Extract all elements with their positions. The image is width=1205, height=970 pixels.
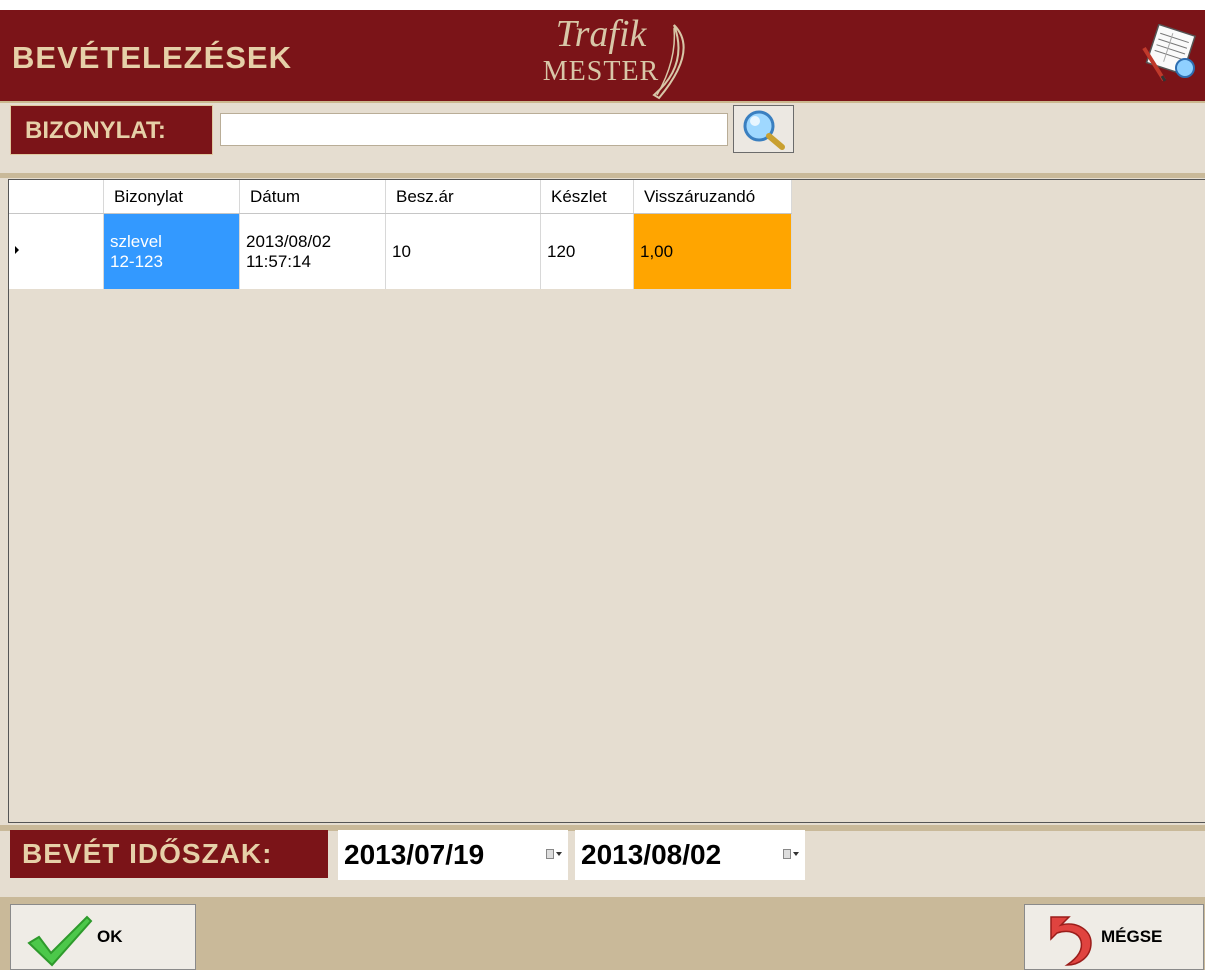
search-button[interactable] — [733, 105, 794, 153]
cell-visszaruzando[interactable]: 1,00 — [634, 214, 792, 289]
date-from-value: 2013/07/19 — [344, 839, 485, 870]
column-header-beszar[interactable]: Besz.ár — [386, 180, 541, 213]
receipts-grid[interactable]: Bizonylat Dátum Besz.ár Készlet Visszáru… — [8, 179, 1205, 823]
grid-header-row: Bizonylat Dátum Besz.ár Készlet Visszáru… — [9, 180, 792, 214]
cell-keszlet[interactable]: 120 — [541, 214, 634, 289]
column-header-bizonylat[interactable]: Bizonylat — [104, 180, 240, 213]
column-header-visszaruzando[interactable]: Visszáruzandó — [634, 180, 792, 213]
ok-button-label: OK — [97, 927, 123, 946]
cell-bizonylat[interactable]: szlevel 12-123 — [104, 214, 240, 289]
leaf-icon — [652, 24, 685, 100]
date-from-picker[interactable]: 2013/07/19 — [338, 830, 568, 880]
trafik-mester-logo: Trafik MESTER — [521, 12, 701, 100]
column-header-keszlet[interactable]: Készlet — [541, 180, 634, 213]
ok-button[interactable]: OK — [10, 904, 196, 970]
bizonylat-search-input[interactable] — [220, 113, 728, 146]
header-divider — [0, 101, 1205, 103]
chevron-down-icon[interactable] — [556, 852, 562, 856]
row-header-corner — [9, 180, 104, 213]
undo-arrow-icon — [1050, 916, 1092, 966]
date-to-value: 2013/08/02 — [581, 839, 722, 870]
chevron-down-icon[interactable] — [793, 852, 799, 856]
magnifier-icon — [743, 110, 785, 150]
app-window: BEVÉTELEZÉSEK Trafik MESTER BIZONYLAT: B… — [0, 10, 1205, 970]
checkmark-icon — [27, 915, 93, 967]
cancel-button-label: MÉGSE — [1101, 927, 1163, 946]
row-header[interactable] — [9, 214, 104, 289]
page-title: BEVÉTELEZÉSEK — [12, 40, 292, 75]
date-to-picker[interactable]: 2013/08/02 — [575, 830, 805, 880]
calendar-icon[interactable] — [546, 849, 554, 859]
bizonylat-label: BIZONYLAT: — [10, 105, 213, 155]
search-divider — [0, 173, 1205, 178]
cancel-button[interactable]: MÉGSE — [1024, 904, 1204, 970]
title-bar: BEVÉTELEZÉSEK Trafik MESTER — [0, 10, 1205, 101]
report-search-icon[interactable] — [1138, 24, 1198, 84]
cell-datum[interactable]: 2013/08/02 11:57:14 — [240, 214, 386, 289]
column-header-datum[interactable]: Dátum — [240, 180, 386, 213]
calendar-icon[interactable] — [783, 849, 791, 859]
period-label: BEVÉT IDŐSZAK: — [10, 830, 328, 878]
current-row-arrow-icon — [15, 246, 19, 254]
cell-beszar[interactable]: 10 — [386, 214, 541, 289]
table-row[interactable]: szlevel 12-123 2013/08/02 11:57:14 10 12… — [9, 214, 792, 289]
